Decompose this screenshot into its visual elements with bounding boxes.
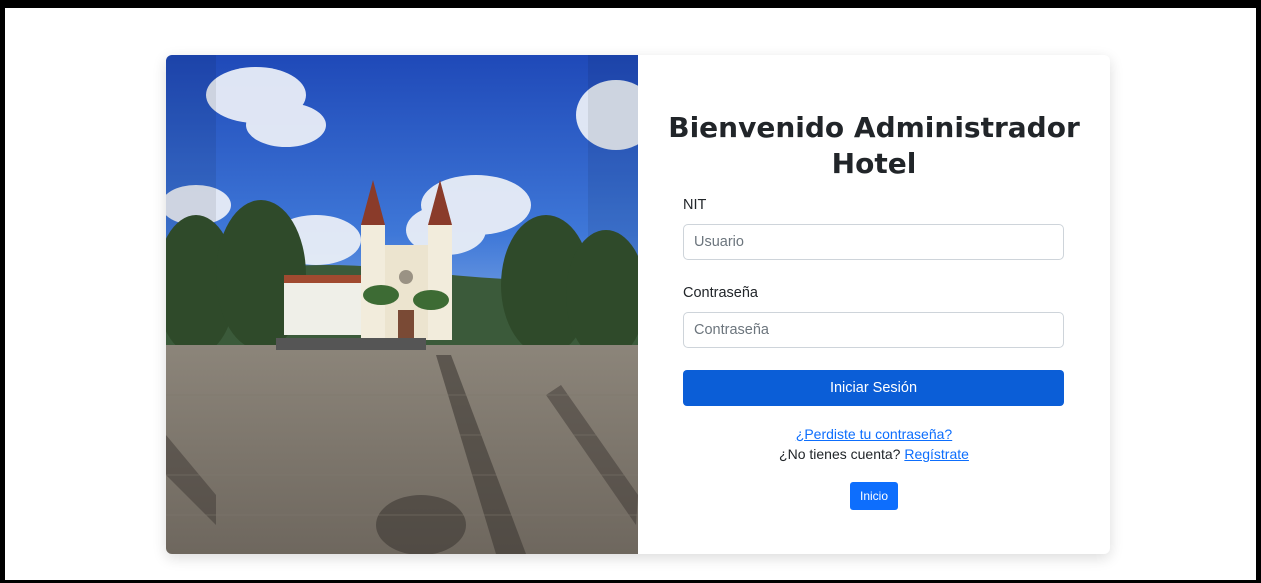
church-plaza-illustration — [166, 55, 638, 554]
forgot-password-link[interactable]: ¿Perdiste tu contraseña? — [796, 426, 952, 442]
login-form: Bienvenido Administrador Hotel — [638, 55, 1110, 554]
page-title: Bienvenido Administrador Hotel — [668, 111, 1080, 180]
no-account-text: ¿No tienes cuenta? — [779, 446, 901, 462]
login-button[interactable]: Iniciar Sesión — [683, 370, 1064, 406]
register-link[interactable]: Regístrate — [904, 446, 969, 462]
password-input[interactable] — [683, 312, 1064, 348]
password-label: Contraseña — [683, 285, 758, 301]
home-button[interactable]: Inicio — [850, 482, 898, 510]
church-plaza-photo — [166, 55, 638, 554]
nit-input[interactable] — [683, 224, 1064, 260]
nit-label: NIT — [683, 197, 707, 213]
account-links: ¿Perdiste tu contraseña? ¿No tienes cuen… — [638, 424, 1110, 464]
